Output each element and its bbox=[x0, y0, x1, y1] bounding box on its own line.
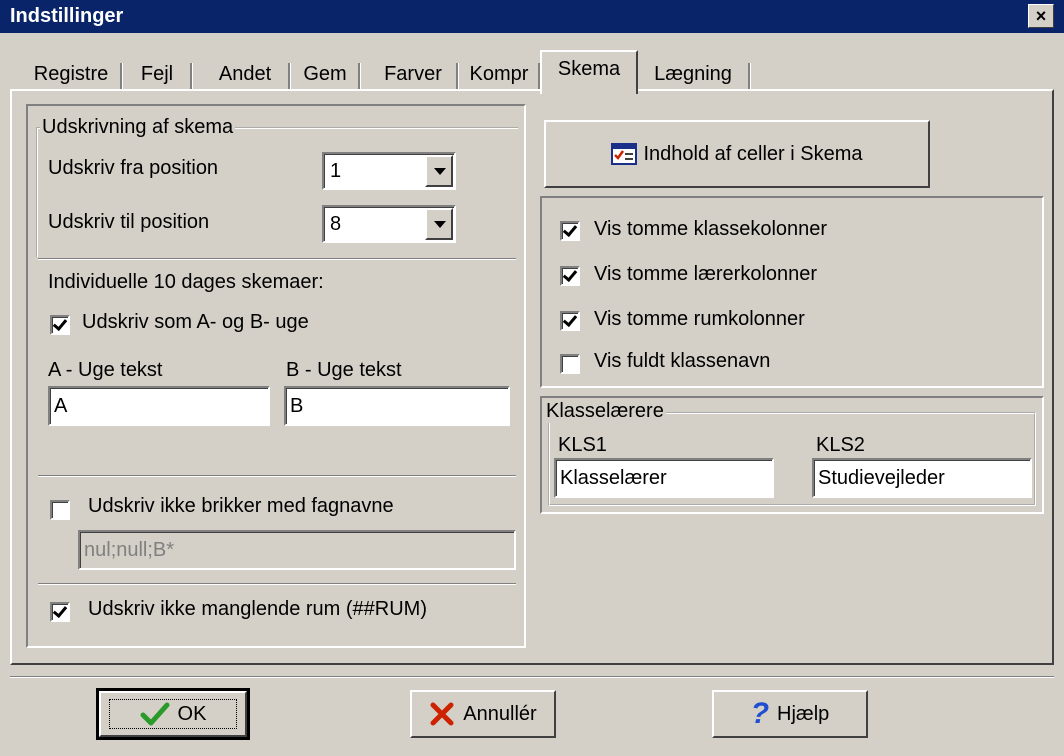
no-subjects-label: Udskriv ikke brikker med fagnavne bbox=[88, 495, 394, 517]
divider bbox=[38, 583, 516, 585]
show-empty-room-cols-checkbox[interactable] bbox=[560, 311, 580, 331]
print-to-value: 8 bbox=[330, 213, 342, 235]
tab-label: Skema bbox=[557, 58, 621, 80]
cell-content-button[interactable]: Indhold af celler i Skema bbox=[544, 120, 930, 188]
print-from-value: 1 bbox=[330, 160, 342, 182]
print-to-select[interactable]: 8 bbox=[322, 205, 456, 243]
print-group-label: Udskrivning af skema bbox=[40, 116, 236, 139]
dropdown-arrow-icon[interactable] bbox=[425, 155, 453, 187]
tab-label: Farver bbox=[384, 63, 442, 85]
tab-farver[interactable]: Farver bbox=[370, 57, 458, 91]
a-week-text-field[interactable]: A bbox=[48, 386, 270, 426]
subjects-filter-field[interactable]: nul;null;B* bbox=[78, 530, 516, 570]
show-empty-class-cols-label: Vis tomme klassekolonner bbox=[594, 218, 828, 240]
window-title: Indstillinger bbox=[10, 5, 124, 27]
kls1-label: KLS1 bbox=[558, 434, 607, 456]
help-button[interactable]: ? Hjælp bbox=[712, 690, 868, 738]
tab-skema[interactable]: Skema bbox=[540, 50, 638, 94]
settings-dialog: Indstillinger × Registre Fejl Andet Gem … bbox=[0, 0, 1064, 756]
show-empty-teacher-cols-label: Vis tomme lærerkolonner bbox=[594, 263, 818, 285]
x-icon bbox=[430, 702, 454, 726]
bottom-divider bbox=[10, 676, 1054, 678]
cancel-label: Annullér bbox=[463, 702, 537, 725]
tab-gem[interactable]: Gem bbox=[292, 57, 360, 91]
ten-day-heading: Individuelle 10 dages skemaer: bbox=[48, 271, 324, 293]
tab-andet[interactable]: Andet bbox=[202, 57, 290, 91]
show-empty-class-cols-checkbox[interactable] bbox=[560, 221, 580, 241]
divider bbox=[38, 475, 516, 477]
kls2-text-field[interactable]: Studievejleder bbox=[812, 458, 1032, 498]
show-empty-room-cols-label: Vis tomme rumkolonner bbox=[594, 308, 805, 330]
b-week-label: B - Uge tekst bbox=[286, 359, 402, 381]
missing-room-checkbox[interactable] bbox=[50, 602, 70, 622]
question-mark-icon: ? bbox=[750, 697, 770, 730]
show-full-class-name-checkbox[interactable] bbox=[560, 354, 580, 374]
help-label: Hjælp bbox=[777, 702, 830, 725]
a-week-label: A - Uge tekst bbox=[48, 359, 163, 381]
divider bbox=[38, 258, 516, 260]
tab-kompr[interactable]: Kompr bbox=[460, 57, 540, 91]
kls2-label: KLS2 bbox=[816, 434, 865, 456]
b-week-text-field[interactable]: B bbox=[284, 386, 510, 426]
show-full-class-name-label: Vis fuldt klassenavn bbox=[594, 350, 771, 372]
no-subjects-checkbox[interactable] bbox=[50, 500, 70, 520]
cell-content-label: Indhold af celler i Skema bbox=[643, 142, 863, 165]
tab-label: Gem bbox=[303, 63, 347, 85]
show-empty-teacher-cols-checkbox[interactable] bbox=[560, 266, 580, 286]
tab-label: Registre bbox=[33, 63, 109, 85]
kls1-text-field[interactable]: Klasselærer bbox=[554, 458, 774, 498]
tab-laegning[interactable]: Lægning bbox=[638, 57, 750, 91]
print-from-label: Udskriv fra position bbox=[48, 157, 219, 179]
class-teachers-label: Klasselærere bbox=[544, 400, 666, 423]
ab-week-label: Udskriv som A- og B- uge bbox=[82, 311, 309, 333]
tab-fejl[interactable]: Fejl bbox=[124, 57, 192, 91]
print-from-select[interactable]: 1 bbox=[322, 152, 456, 190]
missing-room-label: Udskriv ikke manglende rum (##RUM) bbox=[88, 598, 427, 620]
tab-label: Andet bbox=[218, 63, 272, 85]
cancel-button[interactable]: Annullér bbox=[410, 690, 556, 738]
close-button[interactable]: × bbox=[1028, 4, 1054, 28]
print-to-label: Udskriv til position bbox=[48, 211, 210, 233]
tab-label: Lægning bbox=[654, 63, 732, 85]
ab-week-checkbox[interactable] bbox=[50, 315, 70, 335]
checklist-icon bbox=[611, 143, 638, 165]
dropdown-arrow-icon[interactable] bbox=[425, 208, 453, 240]
tab-registre[interactable]: Registre bbox=[22, 57, 122, 91]
tab-label: Fejl bbox=[140, 63, 174, 85]
tab-label: Kompr bbox=[469, 63, 529, 85]
ok-button[interactable]: OK bbox=[96, 688, 250, 740]
title-bar: Indstillinger × bbox=[0, 0, 1064, 33]
